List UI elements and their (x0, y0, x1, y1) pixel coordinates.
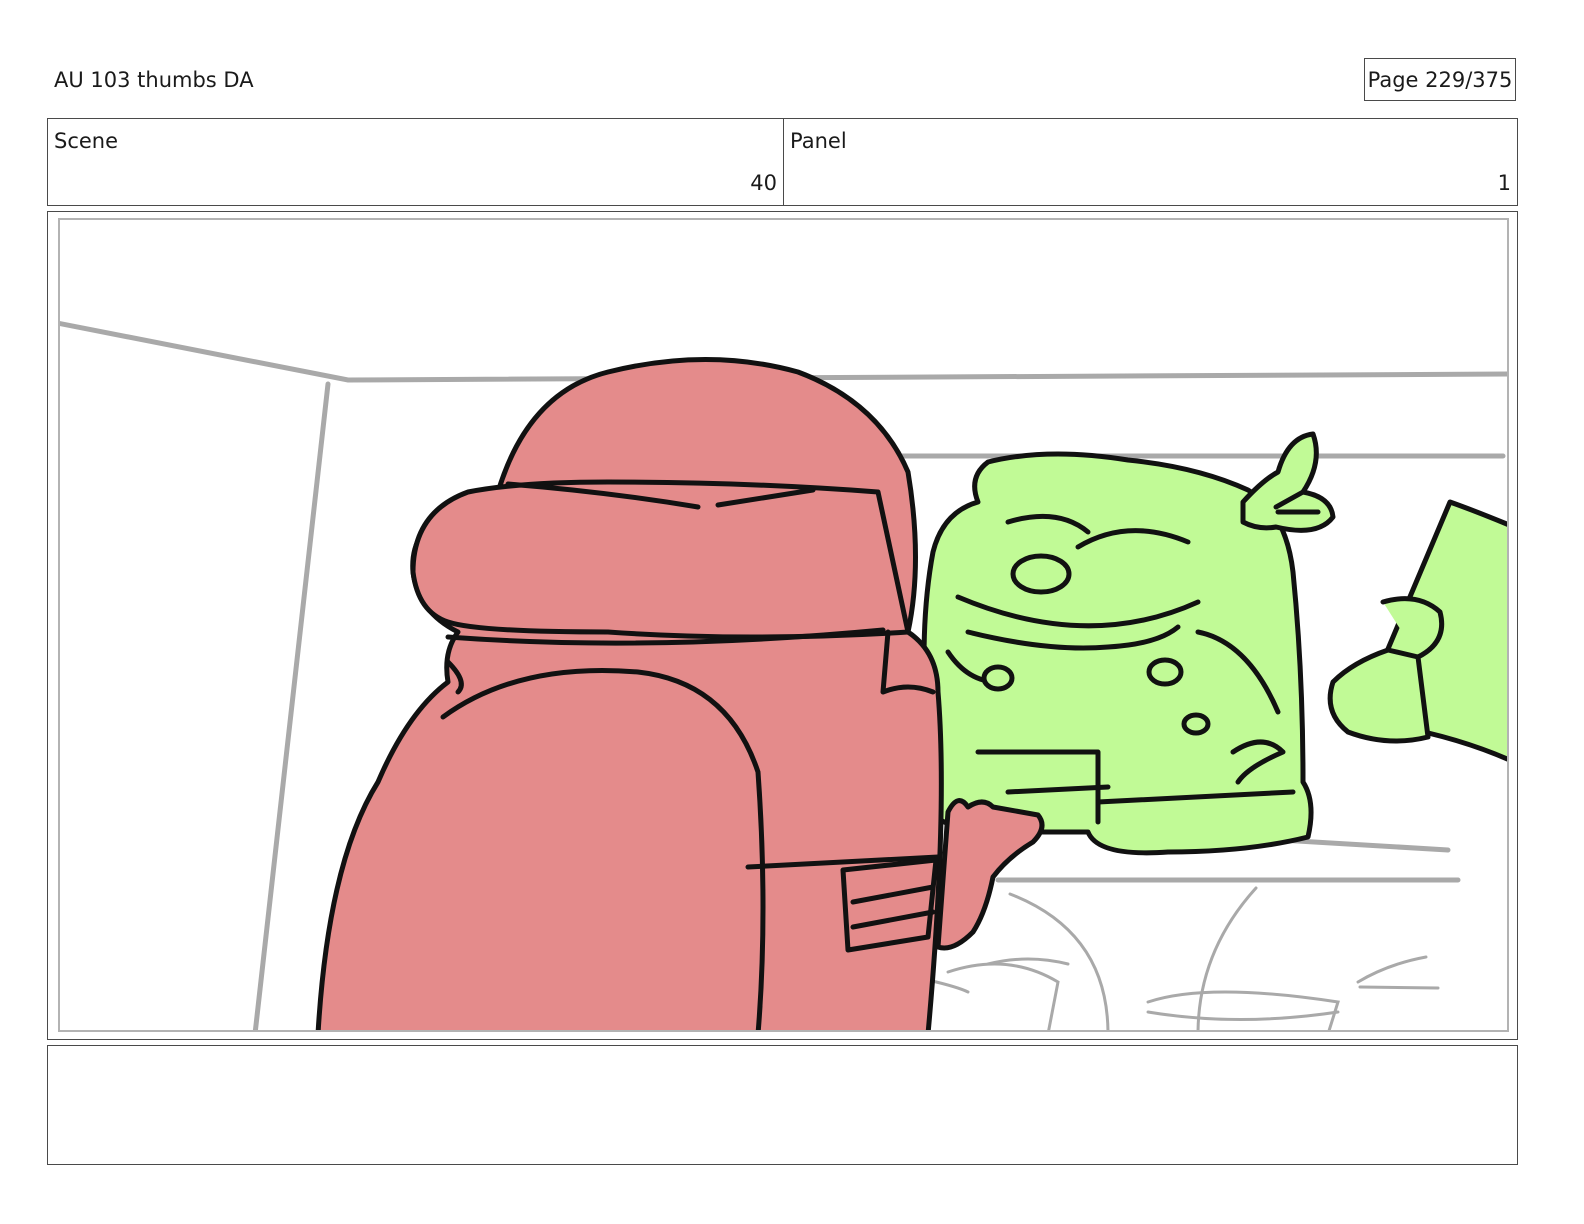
page-number: Page 229/375 (1364, 58, 1516, 101)
panel-notes-box (47, 1045, 1518, 1165)
green-character (921, 431, 1336, 856)
panel-label: Panel (790, 129, 847, 153)
panel-drawing (58, 218, 1509, 1032)
scene-label: Scene (54, 129, 119, 153)
foreground-sketch (926, 886, 1440, 1031)
document-title: AU 103 thumbs DA (54, 68, 254, 92)
green-hand-paper (1327, 499, 1508, 763)
scene-number: 40 (750, 171, 777, 195)
panel-cell: Panel 1 (784, 119, 1517, 205)
scene-cell: Scene 40 (48, 119, 784, 205)
panel-number: 1 (1497, 171, 1511, 195)
red-character (315, 357, 1045, 1031)
storyboard-panel (47, 211, 1518, 1040)
scene-panel-info: Scene 40 Panel 1 (47, 118, 1518, 206)
